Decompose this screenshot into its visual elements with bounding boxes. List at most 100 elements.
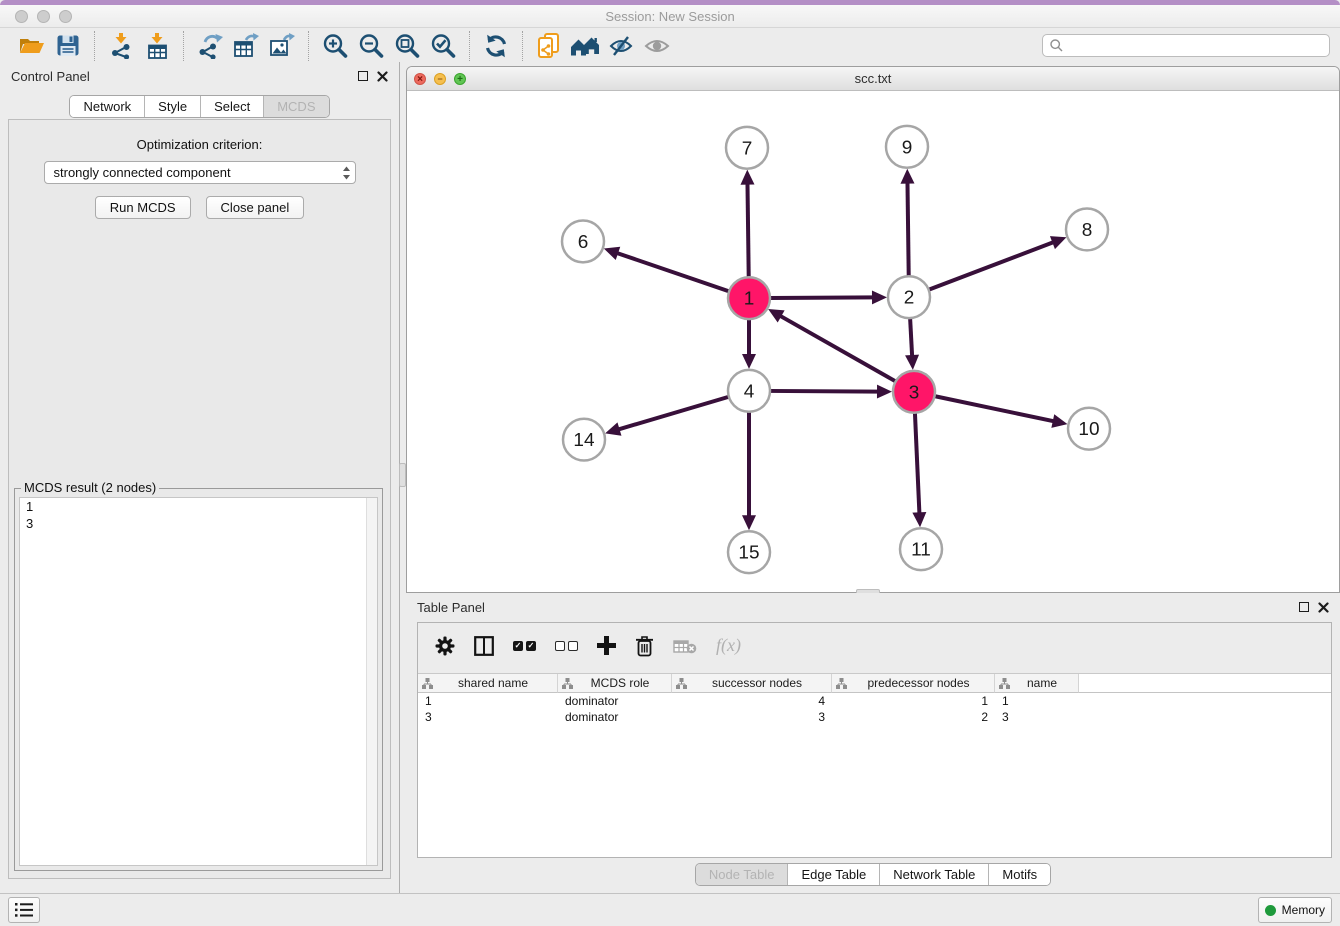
graph-node-3[interactable]: 3	[893, 371, 935, 413]
graph-node-4[interactable]: 4	[728, 370, 770, 412]
memory-button[interactable]: Memory	[1258, 897, 1332, 923]
tab-network[interactable]: Network	[70, 96, 144, 117]
column-header-predecessor-nodes[interactable]: predecessor nodes	[832, 674, 995, 693]
graph-edge-1-7[interactable]	[740, 170, 754, 278]
column-header-successor-nodes[interactable]: successor nodes	[672, 674, 832, 693]
column-type-icon	[836, 678, 847, 689]
network-graph[interactable]: 7 9 6 8 1 2 4 3 14 10 15 11	[407, 92, 1339, 592]
node-table[interactable]: shared name MCDS rolesuccessor nodesprede…	[418, 673, 1331, 857]
tab-select[interactable]: Select	[200, 96, 263, 117]
add-row-button[interactable]	[597, 636, 616, 655]
graph-node-10[interactable]: 10	[1068, 408, 1110, 450]
graph-edge-1-6[interactable]	[604, 247, 729, 292]
graph-edge-3-10[interactable]	[935, 396, 1068, 428]
table-cell[interactable]: 3	[418, 709, 558, 725]
table-tab-motifs[interactable]: Motifs	[988, 864, 1050, 885]
graph-edge-1-2[interactable]	[770, 290, 887, 304]
control-panel: Control Panel NetworkStyleSelectMCDS Opt…	[0, 62, 400, 893]
table-cell[interactable]: 1	[418, 693, 558, 709]
graph-edge-4-3[interactable]	[770, 385, 892, 399]
search-input[interactable]	[1068, 39, 1322, 53]
mcds-result-list[interactable]: 13	[19, 497, 378, 866]
float-panel-icon[interactable]	[358, 71, 368, 81]
tab-mcds[interactable]: MCDS	[263, 96, 328, 117]
column-header-shared-name[interactable]: shared name	[418, 674, 558, 693]
graph-node-label: 8	[1082, 220, 1093, 241]
zoom-out-button[interactable]	[353, 31, 389, 61]
table-cell[interactable]: 3	[995, 709, 1079, 725]
graph-edge-2-3[interactable]	[905, 318, 919, 370]
export-image-button[interactable]	[264, 31, 300, 61]
deselect-all-checkboxes-button[interactable]	[555, 641, 578, 651]
table-cell[interactable]: 4	[672, 693, 832, 709]
graph-edge-4-15[interactable]	[742, 412, 756, 531]
graph-edge-4-14[interactable]	[605, 397, 729, 436]
table-cell[interactable]: 1	[832, 693, 995, 709]
graph-edge-3-11[interactable]	[912, 413, 926, 528]
search-box[interactable]	[1042, 34, 1330, 57]
table-row[interactable]: 3dominator323	[418, 709, 1331, 725]
table-cell[interactable]: 3	[672, 709, 832, 725]
graph-node-7[interactable]: 7	[726, 127, 768, 169]
save-session-button[interactable]	[50, 31, 86, 61]
close-panel-icon[interactable]	[377, 71, 388, 82]
export-table-icon	[233, 33, 259, 59]
open-file-button[interactable]	[14, 31, 50, 61]
graph-node-14[interactable]: 14	[563, 419, 605, 461]
close-panel-button[interactable]: Close panel	[206, 196, 305, 219]
network-window-titlebar[interactable]: scc.txt	[407, 67, 1339, 91]
graph-node-15[interactable]: 15	[728, 531, 770, 573]
column-header-label: shared name	[433, 676, 553, 690]
column-header-name[interactable]: name	[995, 674, 1079, 693]
column-settings-button[interactable]	[435, 636, 455, 656]
graph-edge-3-1[interactable]	[768, 309, 896, 381]
criterion-select[interactable]: strongly connected component	[44, 161, 356, 184]
zoom-in-button[interactable]	[317, 31, 353, 61]
vertical-splitter-handle[interactable]	[399, 463, 406, 487]
graph-edge-1-4[interactable]	[742, 319, 756, 369]
import-network-button[interactable]	[103, 31, 139, 61]
network-canvas[interactable]: 7 9 6 8 1 2 4 3 14 10 15 11	[407, 92, 1339, 592]
graph-node-9[interactable]: 9	[886, 126, 928, 168]
column-header-MCDS-role[interactable]: MCDS role	[558, 674, 672, 693]
graph-edge-2-9[interactable]	[900, 169, 914, 277]
graph-node-8[interactable]: 8	[1066, 209, 1108, 251]
result-scrollbar[interactable]	[366, 498, 377, 865]
graph-node-2[interactable]: 2	[888, 276, 930, 318]
graph-node-6[interactable]: 6	[562, 220, 604, 262]
zoom-fit-button[interactable]	[389, 31, 425, 61]
run-mcds-button[interactable]: Run MCDS	[95, 196, 191, 219]
table-tab-node-table[interactable]: Node Table	[696, 864, 788, 885]
export-table-button[interactable]	[228, 31, 264, 61]
delete-rows-button[interactable]	[635, 635, 654, 657]
result-line: 1	[20, 498, 377, 515]
table-tab-edge-table[interactable]: Edge Table	[787, 864, 879, 885]
graph-node-1[interactable]: 1	[728, 277, 770, 319]
float-table-panel-icon[interactable]	[1299, 602, 1309, 612]
close-table-panel-icon[interactable]	[1318, 602, 1329, 613]
function-builder-button[interactable]: f(x)	[716, 635, 741, 656]
table-cell[interactable]: dominator	[558, 709, 672, 725]
graph-node-label: 15	[738, 543, 759, 564]
import-table-button[interactable]	[139, 31, 175, 61]
graph-node-11[interactable]: 11	[900, 528, 942, 570]
hide-selected-button[interactable]	[603, 31, 639, 61]
table-row[interactable]: 1dominator411	[418, 693, 1331, 709]
delete-table-button[interactable]	[673, 638, 697, 654]
task-history-button[interactable]	[8, 897, 40, 923]
table-tab-network-table[interactable]: Network Table	[879, 864, 988, 885]
export-network-button[interactable]	[192, 31, 228, 61]
select-all-checkboxes-button[interactable]	[513, 641, 536, 651]
show-all-button[interactable]	[639, 31, 675, 61]
table-cell[interactable]: dominator	[558, 693, 672, 709]
split-column-button[interactable]	[474, 636, 494, 656]
clone-network-button[interactable]	[531, 31, 567, 61]
graph-edge-2-8[interactable]	[929, 236, 1067, 290]
tab-style[interactable]: Style	[144, 96, 200, 117]
mcds-result-title: MCDS result (2 nodes)	[21, 480, 159, 495]
home-layout-button[interactable]	[567, 31, 603, 61]
zoom-selected-button[interactable]	[425, 31, 461, 61]
refresh-layout-button[interactable]	[478, 31, 514, 61]
table-cell[interactable]: 2	[832, 709, 995, 725]
table-cell[interactable]: 1	[995, 693, 1079, 709]
